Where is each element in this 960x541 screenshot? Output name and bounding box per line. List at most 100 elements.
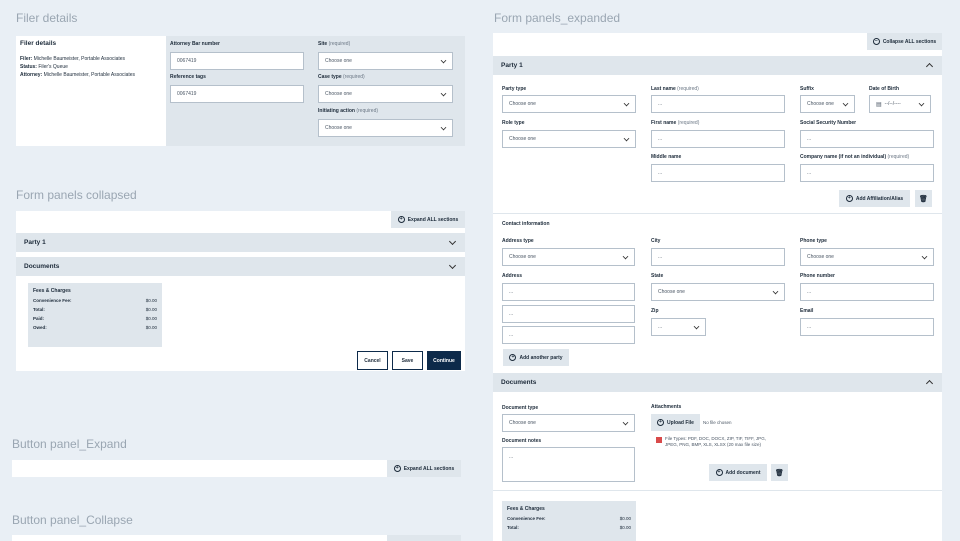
filer-value: Michelle Baumeister, Portable Associates <box>33 56 126 62</box>
initiating-action-value: Choose one <box>325 125 352 131</box>
zip-value: ... <box>658 324 663 330</box>
site-value: Choose one <box>325 58 352 64</box>
attachments-label: Attachments <box>651 404 682 410</box>
section-title-form-panels-collapsed: Form panels collapsed <box>16 188 137 202</box>
panel-title-documents: Documents <box>501 379 537 386</box>
phone-number-input[interactable]: ... <box>800 283 934 301</box>
plus-circle-icon: + <box>845 195 853 202</box>
document-type-label: Document type <box>502 405 539 411</box>
continue-button[interactable]: Continue <box>427 351 461 370</box>
upload-file-button[interactable]: + Upload File <box>651 414 700 431</box>
phone-type-value: Choose one <box>807 254 834 260</box>
case-type-value: Choose one <box>325 91 352 97</box>
status-line: Status: Filer's Queue <box>20 64 68 70</box>
phone-type-select[interactable]: Choose one <box>800 248 934 266</box>
initiating-action-select[interactable]: Choose one <box>318 119 453 137</box>
address-type-label: Address type <box>502 238 534 244</box>
zip-select[interactable]: ... <box>651 318 706 336</box>
minus-circle-icon: − <box>872 38 880 45</box>
phone-number-label: Phone number <box>800 273 836 279</box>
document-type-select[interactable]: Choose one <box>502 414 635 432</box>
case-type-select[interactable]: Choose one <box>318 85 453 103</box>
cancel-button[interactable]: Cancel <box>357 351 388 370</box>
plus-circle-icon: + <box>715 469 723 476</box>
city-input[interactable]: ... <box>651 248 785 266</box>
address-line1-input[interactable]: ... <box>502 283 635 301</box>
status-label: Status: <box>20 64 37 70</box>
attorney-label: Attorney: <box>20 72 43 78</box>
chevron-down-icon <box>623 135 630 142</box>
expand-all-button[interactable]: + Expand ALL sections <box>391 211 465 228</box>
chevron-down-icon <box>772 288 779 295</box>
site-select[interactable]: Choose one <box>318 52 453 70</box>
state-select[interactable]: Choose one <box>651 283 785 301</box>
first-name-label: First name (required) <box>651 120 700 126</box>
role-type-label: Role type <box>502 120 525 126</box>
section-title-form-panels-expanded: Form panels_expanded <box>494 11 621 25</box>
collapse-all-button-standalone[interactable] <box>387 535 461 541</box>
address-line2-input[interactable]: ... <box>502 305 635 323</box>
add-another-party-button[interactable]: + Add another party <box>503 349 569 366</box>
expand-all-label: Expand ALL sections <box>407 216 459 223</box>
address-type-select[interactable]: Choose one <box>502 248 635 266</box>
fee-row: Paid: $0.00 <box>33 316 157 321</box>
collapse-all-label: Collapse ALL sections <box>882 38 937 45</box>
email-label: Email <box>800 308 814 314</box>
chevron-down-icon <box>622 253 629 260</box>
role-type-select[interactable]: Choose one <box>502 130 636 148</box>
chevron-up-icon <box>925 379 934 388</box>
fee-row: Convenience Fee: $0.00 <box>33 298 157 303</box>
dob-input[interactable]: ▤ --/--/---- <box>869 95 931 113</box>
chevron-down-icon <box>440 57 447 64</box>
trash-icon[interactable]: 🗑 <box>915 190 932 207</box>
zip-label: Zip <box>651 308 659 314</box>
panel-header-documents[interactable]: Documents <box>16 257 465 276</box>
document-type-value: Choose one <box>509 420 536 426</box>
case-type-label: Case type (required) <box>318 74 365 80</box>
plus-circle-icon: + <box>397 216 405 223</box>
save-button[interactable]: Save <box>392 351 423 370</box>
suffix-select[interactable]: Choose one <box>800 95 855 113</box>
chevron-up-icon <box>925 62 934 71</box>
expand-all-button-standalone[interactable]: + Expand ALL sections <box>387 460 461 477</box>
add-affiliation-button[interactable]: + Add Affiliation/Alias <box>839 190 910 207</box>
dob-value: --/--/---- <box>884 101 901 107</box>
section-title-filer-details: Filer details <box>16 11 78 25</box>
suffix-label: Suffix <box>800 86 814 92</box>
collapse-all-button[interactable]: − Collapse ALL sections <box>867 33 942 50</box>
suffix-value: Choose one <box>807 101 834 107</box>
middle-name-input[interactable]: ... <box>651 164 785 182</box>
panel-title-party1: Party 1 <box>24 239 46 246</box>
first-name-input[interactable]: ... <box>651 130 785 148</box>
reference-tags-input[interactable]: 0067419 <box>170 85 304 103</box>
last-name-input[interactable]: ... <box>651 95 785 113</box>
ssn-input[interactable]: ... <box>800 130 934 148</box>
contact-info-heading: Contact information <box>502 221 550 227</box>
address-line3-input[interactable]: ... <box>502 326 635 344</box>
attorney-value: Michelle Baumeister, Portable Associates <box>43 72 136 78</box>
trash-icon[interactable]: 🗑 <box>771 464 788 481</box>
panel-title-party1: Party 1 <box>501 62 523 69</box>
bar-number-input[interactable]: 0067419 <box>170 52 304 70</box>
fees-box-collapsed: Fees & Charges Convenience Fee: $0.00 Tot… <box>28 283 162 347</box>
dob-label: Date of Birth <box>869 86 899 92</box>
panel-header-party1[interactable]: Party 1 <box>16 233 465 252</box>
plus-circle-icon: + <box>657 419 665 426</box>
section-title-button-panel-collapse: Button panel_Collapse <box>12 513 133 527</box>
add-document-label: Add document <box>725 469 761 476</box>
address-type-value: Choose one <box>509 254 536 260</box>
chevron-down-icon <box>448 261 457 270</box>
add-document-button[interactable]: + Add document <box>709 464 767 481</box>
chevron-down-icon <box>921 253 928 260</box>
panel-header-party1-expanded[interactable]: Party 1 <box>493 56 942 75</box>
company-input[interactable]: ... <box>800 164 934 182</box>
chevron-down-icon <box>440 90 447 97</box>
phone-type-label: Phone type <box>800 238 827 244</box>
document-notes-textarea[interactable]: ... <box>502 447 635 482</box>
email-input[interactable]: ... <box>800 318 934 336</box>
chevron-down-icon <box>918 100 925 107</box>
file-info-icon <box>656 437 662 443</box>
party-type-select[interactable]: Choose one <box>502 95 636 113</box>
panel-header-documents-expanded[interactable]: Documents <box>493 373 942 392</box>
reference-tags-value: 0067419 <box>177 91 197 97</box>
